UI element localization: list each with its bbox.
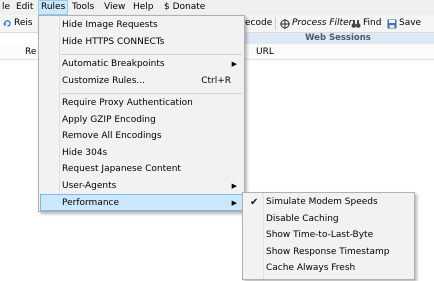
process-filter-button[interactable]: Process Filter (280, 17, 352, 30)
menu-item-automatic-breakpoints[interactable]: Automatic Breakpoints ▶ (40, 56, 243, 73)
crosshair-icon (280, 18, 290, 29)
decode-button[interactable]: ecode (245, 17, 272, 30)
menu-item-remove-all-encodings[interactable]: Remove All Encodings (40, 128, 243, 145)
menu-item-user-agents[interactable]: User-Agents ▶ (40, 178, 243, 195)
menu-item-hide-https-connects[interactable]: Hide HTTPS CONNECTs (40, 34, 243, 51)
menu-file[interactable]: le (0, 1, 12, 14)
menu-item-customize-rules[interactable]: Customize Rules... Ctrl+R (40, 73, 243, 90)
submenu-arrow-icon: ▶ (231, 60, 237, 68)
menu-item-require-proxy-authentication[interactable]: Require Proxy Authentication (40, 95, 243, 112)
menu-item-cache-always-fresh[interactable]: Cache Always Fresh (244, 260, 413, 277)
submenu-arrow-icon: ▶ (231, 182, 237, 190)
save-icon (387, 19, 397, 28)
find-label: Find (363, 18, 382, 28)
binoculars-icon (351, 19, 361, 28)
reissue-button[interactable]: Reis (3, 17, 33, 30)
menu-separator (61, 93, 242, 94)
menu-item-hide-image-requests[interactable]: Hide Image Requests (40, 17, 243, 34)
web-sessions-header: Web Sessions (242, 33, 434, 44)
menu-item-hide-304s[interactable]: Hide 304s (40, 145, 243, 162)
process-filter-label: Process Filter (292, 18, 353, 28)
decode-label: ecode (245, 18, 273, 28)
menu-view[interactable]: View (102, 1, 127, 14)
menu-help[interactable]: Help (131, 1, 156, 14)
menu-edit[interactable]: Edit (14, 1, 35, 14)
menu-item-performance[interactable]: Performance ▶ (40, 194, 243, 211)
find-button[interactable]: Find (351, 17, 381, 30)
save-label: Save (399, 18, 422, 28)
performance-submenu: ✔ Simulate Modem Speeds Disable Caching … (242, 192, 415, 280)
menu-item-show-response-timestamp[interactable]: Show Response Timestamp (244, 244, 413, 261)
toolbar-divider (275, 17, 276, 30)
save-button[interactable]: Save (387, 17, 421, 30)
menu-item-show-time-to-last-byte[interactable]: Show Time-to-Last-Byte (244, 227, 413, 244)
menu-shortcut: Ctrl+R (201, 76, 231, 86)
checkmark-icon: ✔ (250, 197, 259, 208)
menu-item-disable-caching[interactable]: Disable Caching (244, 211, 413, 228)
menu-rules[interactable]: Rules (38, 0, 69, 15)
menu-item-request-japanese-content[interactable]: Request Japanese Content (40, 161, 243, 178)
reissue-icon (3, 20, 11, 27)
column-url[interactable]: URL (256, 47, 274, 58)
menu-separator (61, 54, 242, 55)
menu-item-simulate-modem-speeds[interactable]: ✔ Simulate Modem Speeds (244, 194, 413, 211)
menu-donate[interactable]: $ Donate (162, 1, 207, 14)
column-result[interactable]: Re (25, 47, 36, 58)
submenu-arrow-icon: ▶ (231, 199, 237, 207)
menu-tools[interactable]: Tools (70, 1, 96, 14)
menu-bar: le Edit Rules Tools View Help $ Donate (0, 0, 434, 16)
reissue-label: Reis (14, 18, 33, 28)
rules-menu: Hide Image Requests Hide HTTPS CONNECTs … (38, 15, 245, 212)
menu-item-apply-gzip-encoding[interactable]: Apply GZIP Encoding (40, 112, 243, 129)
